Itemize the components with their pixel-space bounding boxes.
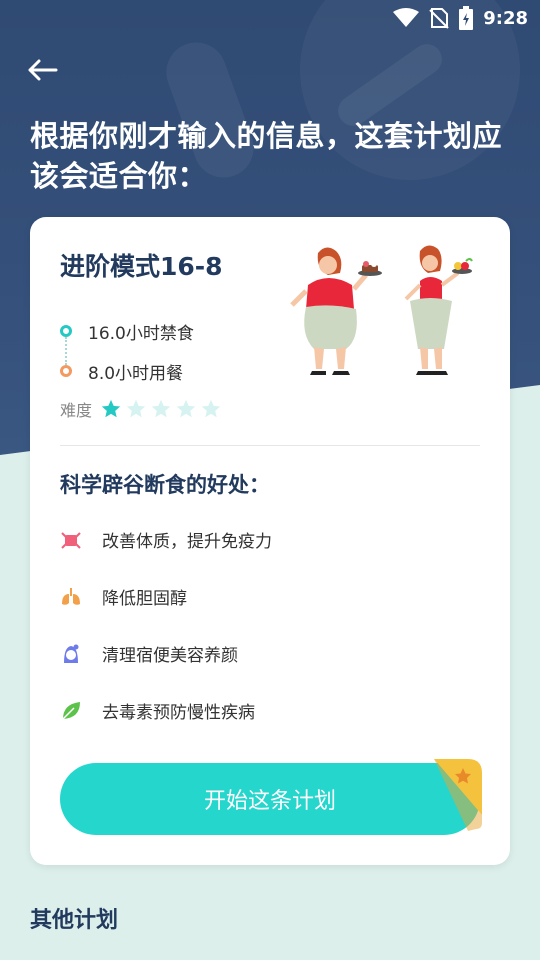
lungs-icon bbox=[60, 586, 82, 608]
benefit-item: 改善体质，提升免疫力 bbox=[60, 527, 272, 552]
eating-dot bbox=[60, 365, 72, 377]
face-icon bbox=[60, 643, 82, 665]
timeline-connector bbox=[65, 337, 67, 365]
other-plans-title: 其他计划 bbox=[30, 908, 119, 933]
difficulty-rating: 难度 bbox=[60, 397, 225, 421]
body-icon bbox=[60, 529, 82, 551]
benefits-title: 科学辟谷断食的好处： bbox=[60, 473, 270, 497]
fasting-dot bbox=[60, 325, 72, 337]
difficulty-label: 难度 bbox=[60, 401, 93, 420]
star-icon-empty bbox=[201, 399, 221, 418]
benefit-label: 降低胆固醇 bbox=[102, 589, 187, 609]
back-button[interactable] bbox=[22, 54, 62, 86]
plan-title: 进阶模式16-8 bbox=[60, 252, 223, 281]
star-icon-empty bbox=[151, 399, 171, 418]
battery-charging-icon bbox=[459, 6, 474, 30]
clock: 9:28 bbox=[483, 7, 528, 29]
star-icon-filled bbox=[101, 399, 121, 418]
status-bar: 9:28 bbox=[0, 0, 540, 36]
benefit-label: 清理宿便美容养颜 bbox=[102, 646, 238, 666]
benefit-label: 改善体质，提升免疫力 bbox=[102, 532, 272, 552]
eating-hours: 8.0小时用餐 bbox=[88, 363, 184, 384]
plan-card: 进阶模式16-8 16.0小时禁食 8.0小时用餐 难度 科学辟谷断食的好处： … bbox=[30, 217, 510, 865]
divider bbox=[60, 445, 480, 446]
plan-schedule: 16.0小时禁食 8.0小时用餐 bbox=[60, 311, 194, 391]
leaf-icon bbox=[60, 700, 82, 722]
benefit-item: 去毒素预防慢性疾病 bbox=[60, 698, 255, 723]
page-headline: 根据你刚才输入的信息，这套计划应该会适合你： bbox=[30, 119, 503, 193]
arrow-left-icon bbox=[28, 59, 58, 81]
fasting-hours: 16.0小时禁食 bbox=[88, 323, 194, 344]
star-icon-empty bbox=[126, 399, 146, 418]
star-icon-empty bbox=[176, 399, 196, 418]
before-after-illustration bbox=[290, 245, 473, 375]
benefit-item: 清理宿便美容养颜 bbox=[60, 641, 238, 666]
star-badge-icon bbox=[434, 759, 482, 831]
no-sim-icon bbox=[429, 8, 449, 29]
benefit-item: 降低胆固醇 bbox=[60, 584, 187, 609]
wifi-icon bbox=[393, 8, 420, 27]
benefit-label: 去毒素预防慢性疾病 bbox=[102, 703, 255, 723]
